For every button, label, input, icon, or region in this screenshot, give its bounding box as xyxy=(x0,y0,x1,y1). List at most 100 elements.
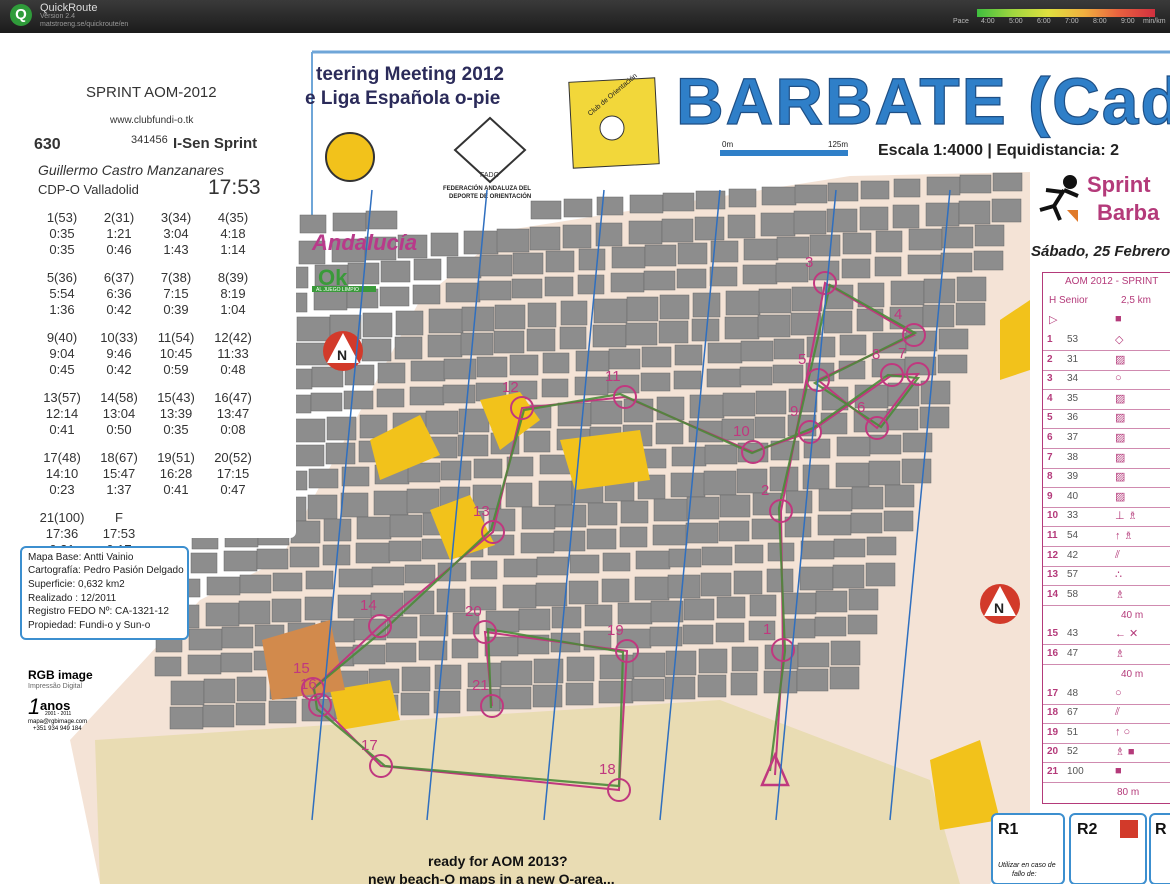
building xyxy=(755,390,787,415)
cd-n: 3 xyxy=(1047,373,1053,385)
building xyxy=(557,402,592,427)
building xyxy=(634,576,670,601)
building xyxy=(377,362,406,384)
building xyxy=(686,496,720,520)
building xyxy=(362,312,393,338)
building xyxy=(577,274,605,295)
building xyxy=(340,492,369,518)
building xyxy=(938,328,969,350)
meeting-title-1: teering Meeting 2012 xyxy=(316,64,504,85)
north-arrow-icon: N xyxy=(980,584,1020,624)
building xyxy=(326,416,357,441)
sponsor-print: Impressão Digital xyxy=(28,683,83,690)
split-leg: 0:46 xyxy=(106,242,132,257)
bulb-icon xyxy=(599,115,625,141)
split-leg: 0:47 xyxy=(220,482,246,497)
pace-tick: 7:00 xyxy=(1065,18,1079,25)
cd-sym: ♗ ■ xyxy=(1115,746,1135,759)
andalucia-logo: Andalucía xyxy=(311,230,417,255)
building xyxy=(203,678,236,704)
cd-n: 11 xyxy=(1047,530,1058,541)
splits-title: SPRINT AOM-2012 xyxy=(86,84,217,101)
split-entry: 12(42) 11:33 0:48 xyxy=(203,330,263,378)
cd-row: 16 47 ♗ xyxy=(1043,645,1170,665)
building xyxy=(554,504,587,528)
building xyxy=(835,462,870,488)
building xyxy=(427,334,463,358)
building xyxy=(754,416,786,439)
split-time: 16:28 xyxy=(159,466,193,481)
building xyxy=(832,564,865,589)
split-time: 10:45 xyxy=(159,346,193,361)
building xyxy=(725,290,761,316)
control-number: 6 xyxy=(857,399,865,416)
cd-code: 33 xyxy=(1067,510,1079,522)
building xyxy=(874,256,902,277)
control-number: 11 xyxy=(605,368,621,385)
app-url[interactable]: matstroeng.se/quickroute/en xyxy=(40,21,128,28)
open-area xyxy=(560,430,650,490)
building xyxy=(800,540,835,560)
building xyxy=(574,376,609,396)
building xyxy=(692,292,721,318)
split-time: 8:19 xyxy=(220,286,246,301)
building xyxy=(410,360,446,382)
r2-label: R2 xyxy=(1077,821,1098,838)
split-entry: 8(39) 8:19 1:04 xyxy=(203,270,263,318)
quickroute-toolbar: Q QuickRoute Version 2.4 matstroeng.se/q… xyxy=(0,0,1170,33)
building xyxy=(926,176,961,196)
building xyxy=(631,678,665,702)
building xyxy=(731,646,759,672)
cd-code: 40 xyxy=(1067,490,1079,502)
building xyxy=(620,500,649,524)
building xyxy=(394,336,423,360)
building xyxy=(685,522,719,544)
split-entry: 2(31) 1:21 0:46 xyxy=(89,210,149,258)
split-entry: 17(48) 14:10 0:23 xyxy=(32,450,92,498)
building xyxy=(338,568,374,588)
svg-text:N: N xyxy=(994,600,1004,616)
cd-row: 8 39 ▨ xyxy=(1043,468,1170,489)
building xyxy=(478,280,512,301)
building xyxy=(698,648,728,674)
building xyxy=(578,248,606,271)
cd-start-icon: ▷ xyxy=(1049,314,1058,326)
cd-n: 7 xyxy=(1047,451,1053,463)
building xyxy=(511,278,543,299)
building xyxy=(958,200,991,225)
split-ctl: 5(36) xyxy=(46,270,78,285)
building xyxy=(676,268,707,289)
building xyxy=(323,518,352,542)
building xyxy=(781,618,816,639)
building xyxy=(683,598,715,621)
cd-code: 39 xyxy=(1067,471,1079,483)
building xyxy=(413,258,442,281)
building xyxy=(434,664,462,690)
building xyxy=(815,590,848,613)
split-ctl: 20(52) xyxy=(214,450,252,465)
building xyxy=(920,380,951,405)
cd-sym: ▨ xyxy=(1115,471,1126,484)
building xyxy=(412,284,441,305)
cd-row: 17 48 ○ xyxy=(1043,685,1170,705)
building xyxy=(538,480,573,506)
building xyxy=(476,356,508,378)
building xyxy=(875,230,903,253)
building xyxy=(235,702,266,726)
building xyxy=(829,666,860,690)
building xyxy=(530,200,562,220)
r3-label: R xyxy=(1155,821,1167,838)
cd-n: 2 xyxy=(1047,353,1053,365)
building xyxy=(673,370,702,390)
building xyxy=(473,458,503,479)
building xyxy=(293,418,326,443)
building xyxy=(385,642,417,663)
building xyxy=(272,572,303,592)
building xyxy=(724,316,760,340)
info-owner: Propiedad: Fundi-o y Sun-o xyxy=(28,620,151,631)
building xyxy=(883,510,914,532)
control-number: 14 xyxy=(360,597,377,614)
si-code: 341456 xyxy=(131,134,168,146)
building xyxy=(202,704,235,728)
r2-icon xyxy=(1120,820,1138,838)
